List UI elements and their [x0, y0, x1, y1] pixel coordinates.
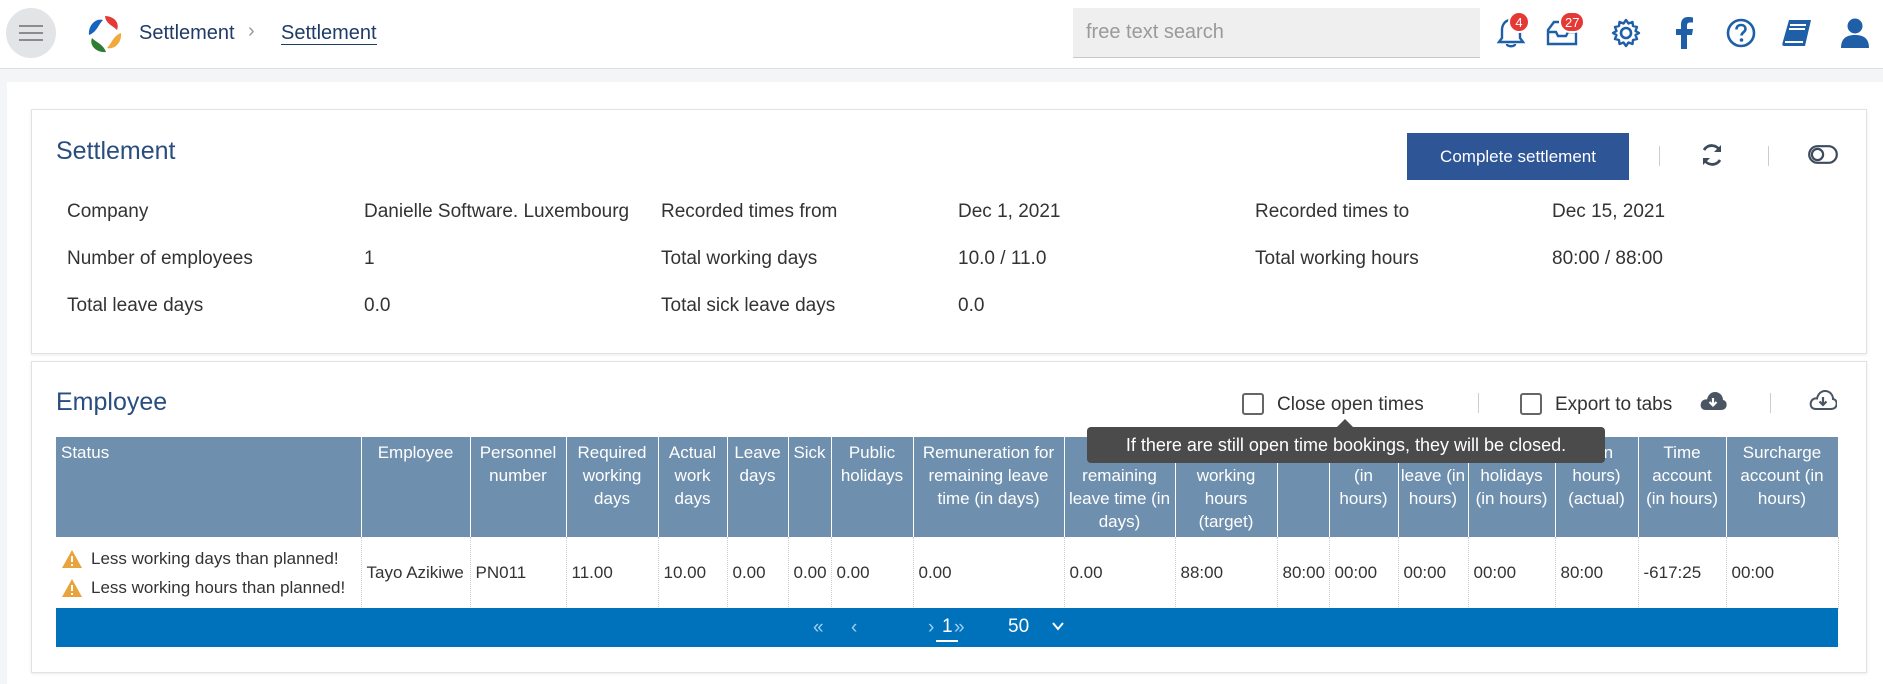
current-page[interactable]: 1 [942, 616, 953, 638]
help-button[interactable] [1722, 14, 1760, 52]
next-page-icon[interactable]: › [928, 617, 934, 639]
app-logo[interactable] [84, 13, 126, 55]
personnel-number-cell: PN011 [470, 537, 567, 609]
facebook-button[interactable] [1665, 14, 1703, 52]
settlement-title: Settlement [56, 137, 176, 165]
company-value: Danielle Software. Luxembourg [364, 201, 630, 222]
complete-settlement-button[interactable]: Complete settlement [1407, 133, 1629, 180]
chevron-down-icon[interactable] [1052, 622, 1064, 631]
table-cell: 0.00 [1064, 537, 1176, 609]
top-bar: Settlement › Settlement 4 27 [0, 0, 1883, 69]
toggle-icon[interactable] [1808, 145, 1838, 164]
first-page-icon[interactable]: « [813, 617, 824, 639]
employees-count-label: Number of employees [67, 248, 253, 269]
manual-button[interactable] [1778, 14, 1816, 52]
column-header[interactable]: Status [56, 437, 362, 537]
recorded-to-value: Dec 15, 2021 [1552, 201, 1666, 222]
book-icon [1782, 20, 1811, 46]
column-header[interactable]: Time account (in hours) [1638, 437, 1727, 537]
sick-leave-label: Total sick leave days [661, 295, 836, 316]
table-cell: 0.00 [727, 537, 789, 609]
working-days-value: 10.0 / 11.0 [958, 248, 1047, 269]
column-header[interactable]: Personnel number [470, 437, 567, 537]
table-cell: 00:00 [1468, 537, 1556, 609]
table-cell: 11.00 [566, 537, 659, 609]
status-warning: Less working hours than planned! [61, 573, 360, 602]
status-text: Less working hours than planned! [91, 577, 346, 597]
table-cell: 80:00 [1555, 537, 1639, 609]
leave-days-label: Total leave days [67, 295, 204, 316]
status-cell: Less working days than planned! Less wor… [56, 537, 362, 609]
column-header[interactable]: Remuneration for remaining leave time (i… [913, 437, 1065, 537]
table-cell: 00:00 [1726, 537, 1839, 609]
current-page-indicator [936, 640, 958, 642]
column-header[interactable]: Required working days [566, 437, 659, 537]
breadcrumb-root[interactable]: Settlement [139, 22, 235, 45]
column-header[interactable]: Surcharge account (in hours) [1726, 437, 1839, 537]
working-days-label: Total working days [661, 248, 818, 269]
warning-icon [62, 578, 82, 597]
facebook-icon [1676, 17, 1693, 49]
user-button[interactable] [1836, 14, 1874, 52]
search-input[interactable] [1073, 8, 1480, 58]
inbox-badge: 27 [1559, 11, 1586, 33]
divider [1770, 393, 1771, 413]
sick-leave-value: 0.0 [958, 295, 985, 316]
employee-name-cell[interactable]: Tayo Azikiwe [361, 537, 471, 609]
gear-icon [1611, 18, 1641, 48]
previous-page-icon[interactable]: ‹ [851, 617, 857, 639]
working-hours-label: Total working hours [1255, 248, 1419, 269]
cloud-download-outline-icon[interactable] [1809, 389, 1837, 411]
recorded-from-label: Recorded times from [661, 201, 838, 222]
notifications-badge: 4 [1508, 11, 1530, 33]
table-cell: 00:00 [1398, 537, 1469, 609]
table-cell: 10.00 [658, 537, 728, 609]
table-cell: 80:00 [1277, 537, 1330, 609]
divider [1768, 146, 1769, 166]
settings-button[interactable] [1607, 14, 1645, 52]
recorded-to-label: Recorded times to [1255, 201, 1410, 222]
table-cell: 0.00 [788, 537, 832, 609]
export-to-tabs-checkbox[interactable] [1520, 393, 1542, 415]
column-header[interactable]: Leave days [727, 437, 789, 537]
user-icon [1841, 18, 1869, 48]
table-cell: 88:00 [1175, 537, 1278, 609]
column-header[interactable]: Actual work days [658, 437, 728, 537]
inbox-button[interactable]: 27 [1543, 11, 1586, 52]
last-page-icon[interactable]: » [954, 617, 965, 639]
recorded-from-value: Dec 1, 2021 [958, 201, 1061, 222]
export-to-tabs-label[interactable]: Export to tabs [1555, 394, 1672, 416]
close-open-times-label[interactable]: Close open times [1277, 394, 1424, 416]
pagination-bar: « ‹ 1 › » 50 [56, 608, 1838, 647]
breadcrumb-current[interactable]: Settlement [281, 22, 377, 45]
notifications-button[interactable]: 4 [1492, 11, 1530, 52]
working-hours-value: 80:00 / 88:00 [1552, 248, 1663, 269]
table-cell: 0.00 [913, 537, 1065, 609]
table-cell: 0.00 [831, 537, 914, 609]
refresh-icon[interactable] [1699, 142, 1725, 168]
table-cell: 00:00 [1329, 537, 1399, 609]
status-warning: Less working days than planned! [61, 544, 360, 573]
divider [1659, 146, 1660, 166]
warning-icon [62, 549, 82, 568]
status-text: Less working days than planned! [91, 548, 339, 568]
leave-days-value: 0.0 [364, 295, 391, 316]
column-header[interactable]: Employee [361, 437, 471, 537]
company-label: Company [67, 201, 149, 222]
cloud-download-icon[interactable] [1699, 390, 1727, 412]
employee-title: Employee [56, 388, 168, 416]
table-row[interactable]: Less working days than planned! Less wor… [56, 537, 1839, 609]
menu-button[interactable] [6, 8, 56, 58]
menu-icon [19, 25, 43, 41]
page-size-value[interactable]: 50 [1008, 616, 1029, 638]
employees-count-value: 1 [364, 248, 375, 269]
column-header[interactable]: Sick [788, 437, 832, 537]
divider [1478, 393, 1479, 413]
close-open-times-checkbox[interactable] [1242, 393, 1264, 415]
tooltip: If there are still open time bookings, t… [1087, 419, 1605, 463]
chevron-right-icon: › [248, 20, 255, 42]
table-cell: -617:25 [1638, 537, 1727, 609]
help-icon [1726, 18, 1756, 48]
column-header[interactable]: Public holidays [831, 437, 914, 537]
